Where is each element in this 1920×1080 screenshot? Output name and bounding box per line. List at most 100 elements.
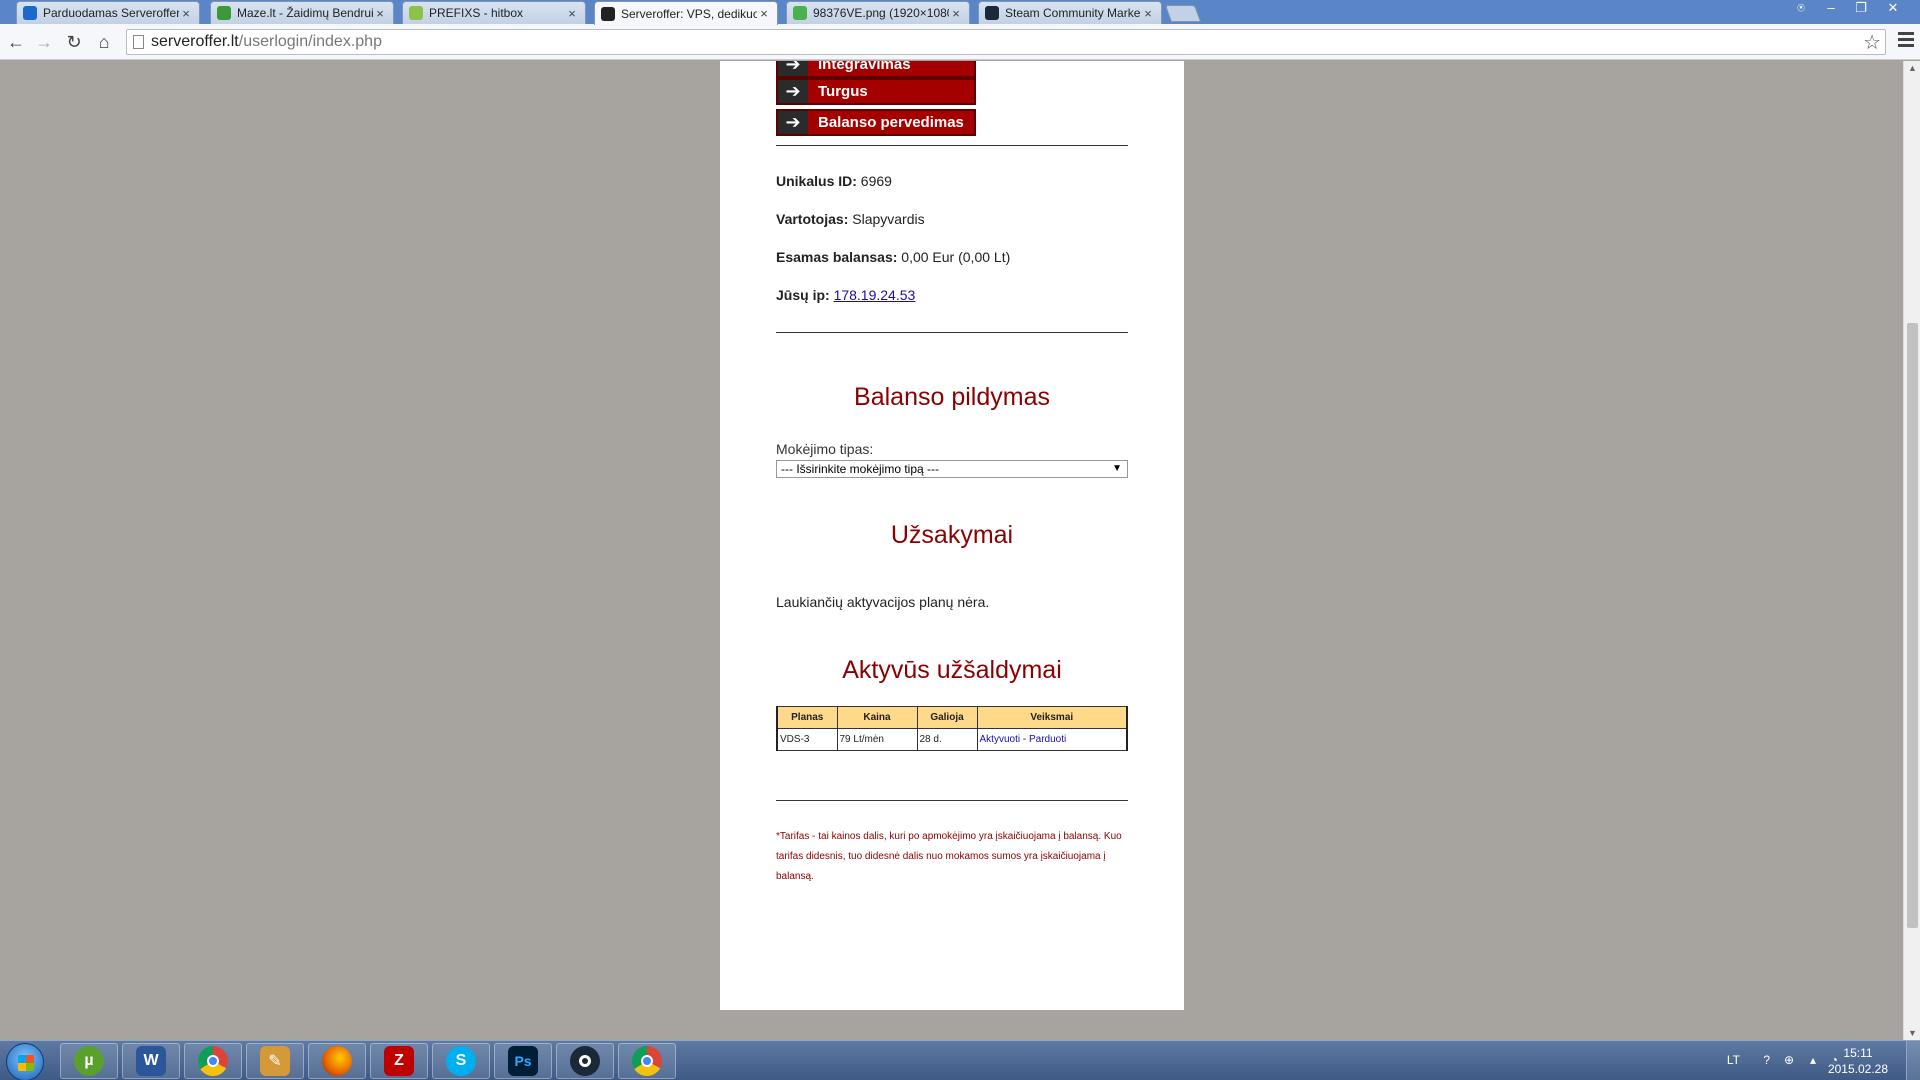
system-clock[interactable]: 15:11 2015.02.28 [1828, 1045, 1888, 1077]
cell-price: 79 Lt/mėn [836, 728, 918, 751]
ip-row: Jūsų ip: 178.19.24.53 [776, 287, 915, 303]
balance-value: 0,00 Eur (0,00 Lt) [901, 249, 1011, 265]
menu-item-label: Turgus [818, 83, 868, 100]
tab-close-icon[interactable]: × [1141, 6, 1155, 21]
home-icon[interactable]: ⌂ [92, 30, 116, 54]
user-id-row: Unikalus ID: 6969 [776, 173, 892, 189]
orders-title: Užsakymai [890, 521, 1014, 549]
clock-time: 15:11 [1843, 1046, 1873, 1060]
scroll-up-icon[interactable]: ▲ [1908, 63, 1917, 73]
tab-label: PREFIXS - hitbox [429, 6, 524, 20]
page-icon [133, 35, 144, 49]
taskbar-paint[interactable]: ✎ [246, 1043, 304, 1079]
tab-serveroffer[interactable]: Serveroffer: VPS, dedikuot × [594, 1, 778, 25]
new-tab-button[interactable] [1164, 5, 1202, 22]
table-row: VDS-3 79 Lt/mėn 28 d. Aktyvuoti - Parduo… [776, 728, 1128, 751]
menu-item-balanso-pervedimas[interactable]: ➔ Balanso pervedimas [776, 109, 976, 136]
ip-link[interactable]: 178.19.24.53 [834, 287, 916, 303]
menu-item-integravimas[interactable]: ➔ Integravimas [776, 61, 976, 78]
taskbar-chrome[interactable] [184, 1043, 242, 1079]
start-button[interactable] [6, 1043, 44, 1080]
taskbar-photoshop[interactable]: Ps [494, 1043, 552, 1079]
tariff-footnote: *Tarifas - tai kainos dalis, kuri po apm… [776, 831, 1122, 882]
skype-icon: S [446, 1046, 476, 1076]
tab-favicon-icon [601, 6, 615, 21]
minimize-icon[interactable]: ‒ [1818, 0, 1844, 18]
tab-label: Steam Community Marke [1005, 6, 1141, 20]
tab-label: 98376VE.png (1920×1080) [813, 6, 949, 20]
taskbar-utorrent[interactable]: µ [60, 1043, 118, 1079]
col-header-actions: Veiksmai [976, 706, 1128, 729]
page-viewport: ➔ Integravimas ➔ Turgus ➔ Balanso perved… [0, 61, 1903, 1040]
payment-type-select[interactable]: --- Išsirinkite mokėjimo tipą --- ▼ [776, 460, 1128, 478]
activate-link[interactable]: Aktyvuoti [980, 734, 1021, 745]
tab-maze[interactable]: Maze.lt - Žaidimų Bendrui × [210, 1, 394, 24]
main-content-panel: ➔ Integravimas ➔ Turgus ➔ Balanso perved… [720, 61, 1184, 1010]
tab-favicon-icon [217, 6, 231, 20]
tab-parduodamas[interactable]: Parduodamas Serveroffer. × [16, 1, 200, 24]
col-header-price: Kaina [836, 706, 918, 729]
cell-plan: VDS-3 [776, 728, 838, 751]
show-desktop-button[interactable] [1906, 1041, 1920, 1080]
user-id-value: 6969 [860, 173, 892, 189]
network-icon[interactable]: ⊕ [1784, 1053, 1794, 1067]
tab-favicon-icon [409, 6, 423, 20]
clock-date: 2015.02.28 [1827, 1062, 1888, 1076]
balance-topup-title: Balanso pildymas [854, 383, 1050, 411]
browser-tab-strip: Parduodamas Serveroffer. × Maze.lt - Žai… [0, 0, 1920, 25]
username-row: Vartotojas: Slapyvardis [776, 211, 925, 227]
steam-icon [570, 1046, 600, 1076]
arrow-right-icon: ➔ [778, 80, 808, 103]
balance-row: Esamas balansas: 0,00 Eur (0,00 Lt) [776, 249, 1010, 265]
divider [776, 145, 1128, 146]
utorrent-icon: µ [74, 1046, 104, 1076]
taskbar-steam[interactable] [556, 1043, 614, 1079]
taskbar-word[interactable]: W [122, 1043, 180, 1079]
user-icon[interactable]: ⍟ [1788, 0, 1814, 18]
tab-close-icon[interactable]: × [565, 6, 579, 21]
scrollbar-thumb[interactable] [1907, 323, 1918, 928]
address-bar[interactable]: serveroffer.lt/userlogin/index.php ☆ [126, 29, 1886, 55]
help-icon[interactable]: ? [1763, 1053, 1770, 1067]
sell-link[interactable]: Parduoti [1029, 734, 1066, 745]
username-value: Slapyvardis [852, 211, 925, 227]
chrome-menu-icon[interactable] [1898, 32, 1914, 50]
username-label: Vartotojas: [776, 211, 849, 227]
tab-favicon-icon [985, 6, 999, 20]
restore-icon[interactable]: ❐ [1848, 0, 1874, 18]
word-icon: W [136, 1046, 166, 1076]
taskbar-filezilla[interactable]: Z [370, 1043, 428, 1079]
tab-prefixs[interactable]: PREFIXS - hitbox × [402, 1, 586, 24]
tab-close-icon[interactable]: × [179, 6, 193, 21]
tab-steam[interactable]: Steam Community Marke × [978, 1, 1162, 24]
chrome-icon [198, 1046, 228, 1076]
taskbar-chrome-2[interactable] [618, 1043, 676, 1079]
language-indicator[interactable]: LT [1727, 1053, 1740, 1067]
tab-close-icon[interactable]: × [373, 6, 387, 21]
balance-label: Esamas balansas: [776, 249, 898, 265]
bookmark-star-icon[interactable]: ☆ [1863, 30, 1881, 55]
taskbar-firefox[interactable] [308, 1043, 366, 1079]
tab-image[interactable]: 98376VE.png (1920×1080) × [786, 1, 970, 24]
back-icon[interactable]: ← [4, 30, 28, 54]
menu-item-turgus[interactable]: ➔ Turgus [776, 78, 976, 105]
arrow-right-icon: ➔ [778, 111, 808, 134]
orders-empty-text: Laukiančių aktyvacijos planų nėra. [776, 594, 990, 610]
freezes-table: Planas Kaina Galioja Veiksmai VDS-3 79 L… [776, 706, 1128, 751]
col-header-valid: Galioja [916, 706, 978, 729]
photoshop-icon: Ps [508, 1046, 538, 1076]
reload-icon[interactable]: ↻ [62, 30, 86, 54]
tab-close-icon[interactable]: × [757, 6, 771, 21]
page-scrollbar[interactable]: ▲ ▼ [1903, 61, 1920, 1040]
close-window-icon[interactable]: ✕ [1878, 0, 1908, 18]
windows-taskbar: µ W ✎ Z S Ps LT ? ⊕ ▴ ◔ 15:11 2015.02.28 [0, 1040, 1920, 1080]
tab-close-icon[interactable]: × [949, 6, 963, 21]
forward-icon[interactable]: → [32, 30, 56, 54]
tray-expand-icon[interactable]: ▴ [1810, 1053, 1816, 1067]
menu-item-label: Balanso pervedimas [818, 114, 964, 131]
scroll-down-icon[interactable]: ▼ [1908, 1028, 1917, 1038]
menu-item-label: Integravimas [818, 61, 911, 73]
tab-label: Serveroffer: VPS, dedikuot [621, 6, 757, 21]
taskbar-skype[interactable]: S [432, 1043, 490, 1079]
payment-type-label: Mokėjimo tipas: [776, 441, 874, 457]
